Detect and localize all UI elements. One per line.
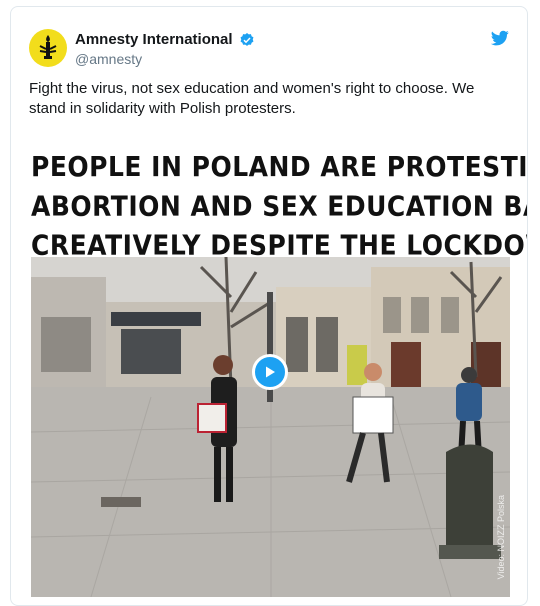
headline-line: ABORTION AND SEX EDUCATION BANS xyxy=(31,189,528,223)
author-avatar[interactable] xyxy=(29,29,67,67)
verified-badge-icon xyxy=(240,32,253,46)
play-icon xyxy=(266,366,275,378)
video-watermark: Video: NOIZZ Polska xyxy=(496,494,506,579)
video-player[interactable]: Video: NOIZZ Polska xyxy=(31,257,510,597)
headline-line: PEOPLE IN POLAND ARE PROTESTING xyxy=(31,150,528,183)
play-button[interactable] xyxy=(252,354,288,390)
tweet-text: Fight the virus, not sex education and w… xyxy=(29,80,475,117)
amnesty-candle-icon xyxy=(39,35,57,59)
author-display-name[interactable]: Amnesty International xyxy=(75,31,233,48)
tweet-card[interactable]: Amnesty International @amnesty Fight the… xyxy=(10,6,528,606)
twitter-bird-icon[interactable] xyxy=(491,29,509,47)
video-frame-image xyxy=(31,257,510,597)
author-name-row: Amnesty International xyxy=(75,31,255,48)
media-headline: PEOPLE IN POLAND ARE PROTESTING ABORTION… xyxy=(31,147,528,265)
author-handle[interactable]: @amnesty xyxy=(75,51,142,67)
